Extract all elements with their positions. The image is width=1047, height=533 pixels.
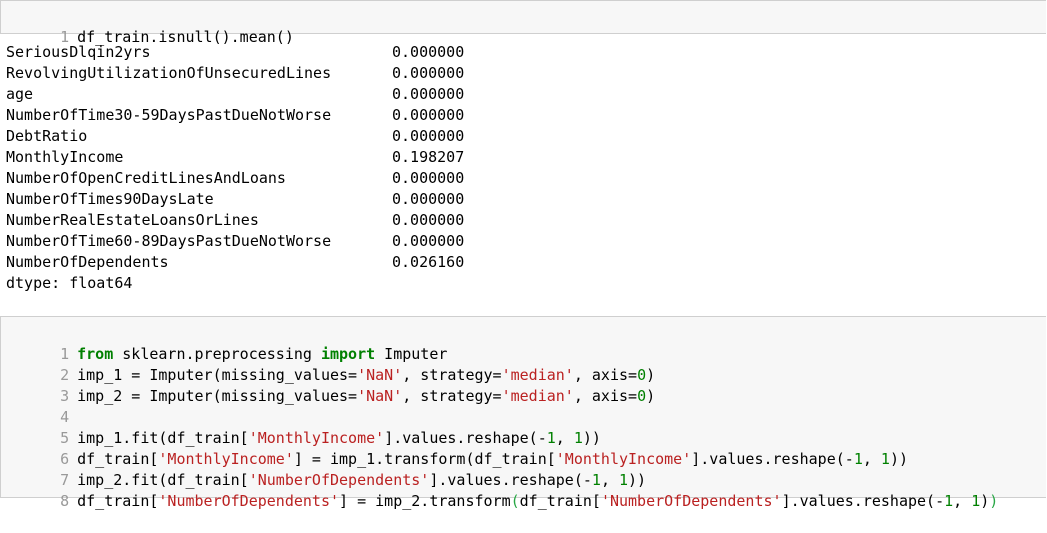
code-line[interactable]: 1 df_train.isnull().mean()	[1, 6, 294, 46]
output-row: NumberOfDependents 0.026160	[6, 253, 465, 271]
output-row: NumberOfTimes90DaysLate 0.000000	[6, 190, 465, 208]
code-line[interactable]: 4	[1, 386, 77, 426]
output-row: NumberRealEstateLoansOrLines 0.000000	[6, 211, 465, 229]
output-row: MonthlyIncome 0.198207	[6, 148, 465, 166]
cell-output: SeriousDlqin2yrs 0.000000 RevolvingUtiliz…	[0, 38, 1047, 308]
code-text: df_train['NumberOfDependents'] = imp_2.t…	[77, 492, 999, 510]
output-row: NumberOfOpenCreditLinesAndLoans 0.000000	[6, 169, 465, 187]
code-line[interactable]: 5 imp_1.fit(df_train['MonthlyIncome'].val…	[1, 407, 601, 447]
output-row: age 0.000000	[6, 85, 465, 103]
code-text: imp_2 = Imputer(missing_values='NaN', st…	[77, 387, 656, 405]
code-line[interactable]: 7 imp_2.fit(df_train['NumberOfDependents'…	[1, 449, 646, 489]
output-row: SeriousDlqin2yrs 0.000000	[6, 43, 465, 61]
code-cell-1[interactable]: 1 df_train.isnull().mean()	[0, 0, 1046, 46]
code-cell-2[interactable]: 1 from sklearn.preprocessing import Imput…	[0, 316, 1046, 510]
output-row: NumberOfTime30-59DaysPastDueNotWorse 0.00…	[6, 106, 465, 124]
line-number: 8	[60, 492, 70, 510]
code-line[interactable]: 2 imp_1 = Imputer(missing_values='NaN', s…	[1, 344, 655, 384]
code-line[interactable]: 8 df_train['NumberOfDependents'] = imp_2.…	[1, 470, 998, 510]
code-line[interactable]: 6 df_train['MonthlyIncome'] = imp_1.trans…	[1, 428, 908, 468]
code-line[interactable]: 1 from sklearn.preprocessing import Imput…	[1, 323, 447, 363]
output-row: DebtRatio 0.000000	[6, 127, 465, 145]
output-dtype: dtype: float64	[6, 274, 133, 292]
output-row: RevolvingUtilizationOfUnsecuredLines 0.00…	[6, 64, 465, 82]
output-row: NumberOfTime60-89DaysPastDueNotWorse 0.00…	[6, 232, 465, 250]
code-line[interactable]: 3 imp_2 = Imputer(missing_values='NaN', s…	[1, 365, 655, 405]
